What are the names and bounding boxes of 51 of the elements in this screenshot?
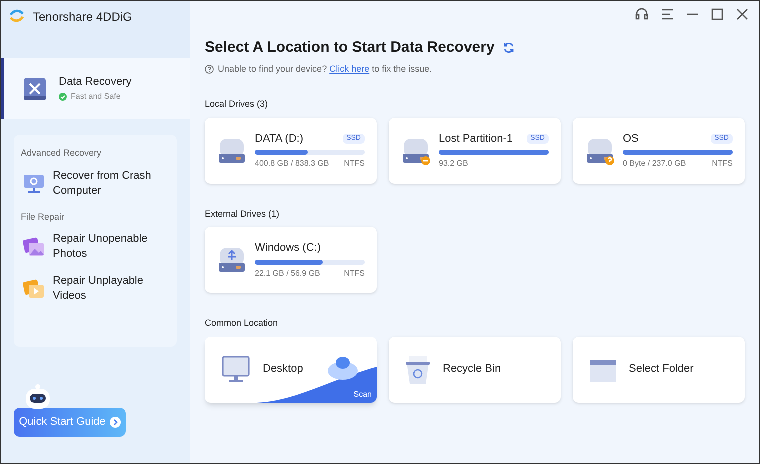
nav-item[interactable]: Data Recovery Fast and Safe (1, 58, 190, 119)
refresh-icon[interactable] (502, 42, 515, 54)
location-card[interactable]: Select Folder (573, 336, 745, 402)
group-heading: File Repair (21, 210, 66, 224)
headset-icon[interactable] (635, 7, 649, 21)
shield-check-icon (59, 92, 67, 101)
help-icon (205, 64, 214, 74)
nav-label: Data Recovery (59, 75, 132, 90)
drive-size: 400.8 GB / 838.3 GB (255, 158, 330, 170)
nav-item[interactable]: Repair Unopenable Photos (21, 232, 170, 262)
drive-size: 93.2 GB (439, 158, 468, 170)
app-title: Tenorshare 4DDiG (33, 9, 132, 26)
scan-label[interactable]: Scan (354, 388, 372, 400)
menu-icon[interactable] (661, 8, 674, 20)
monitor-icon (221, 354, 251, 384)
robot-icon (24, 384, 52, 410)
file-system: NTFS (344, 158, 365, 170)
close-icon[interactable] (736, 8, 749, 20)
location-label: Desktop (263, 362, 304, 378)
location-label: Recycle Bin (443, 362, 502, 378)
hard-drive-icon (217, 245, 247, 275)
location-card[interactable]: Desktop Scan (205, 336, 377, 402)
logo-icon (9, 8, 25, 24)
drive-size: 0 Byte / 237.0 GB (623, 158, 686, 170)
hard-drive-tools-icon (23, 76, 47, 100)
drive-card[interactable]: Windows (C:) 22.1 GB / 56.9 GB NTFS (205, 227, 377, 293)
location-label: Select Folder (629, 362, 694, 378)
section-heading: Common Location (205, 317, 280, 330)
recycle-bin-icon (405, 354, 431, 384)
drive-size: 22.1 GB / 56.9 GB (255, 268, 320, 280)
arrow-right-icon (110, 417, 121, 428)
file-system: NTFS (344, 268, 365, 280)
group-heading: Advanced Recovery (21, 147, 103, 160)
nav-sublabel: Fast and Safe (71, 90, 121, 103)
drive-name: DATA (D:) (255, 132, 304, 147)
click-here-link[interactable]: Click here (330, 64, 370, 74)
maximize-icon[interactable] (711, 8, 724, 20)
section-heading: Local Drives (3) (205, 98, 270, 111)
location-card[interactable]: Recycle Bin (389, 336, 561, 402)
page-title: Select A Location to Start Data Recovery (205, 38, 495, 58)
photo-icon (23, 236, 45, 258)
drive-name: OS (623, 132, 639, 147)
section-heading: External Drives (1) (205, 208, 281, 221)
nav-item[interactable]: Recover from Crash Computer (21, 168, 170, 198)
drive-name: Lost Partition-1 (439, 132, 513, 147)
video-icon (23, 278, 45, 300)
file-system: NTFS (712, 158, 733, 170)
help-text: Unable to find your device? Click here to fix the issue. (218, 62, 432, 76)
monitor-icon (23, 172, 45, 194)
nav-item[interactable]: Repair Unplayable Videos (21, 274, 170, 304)
drive-name: Windows (C:) (255, 241, 322, 256)
